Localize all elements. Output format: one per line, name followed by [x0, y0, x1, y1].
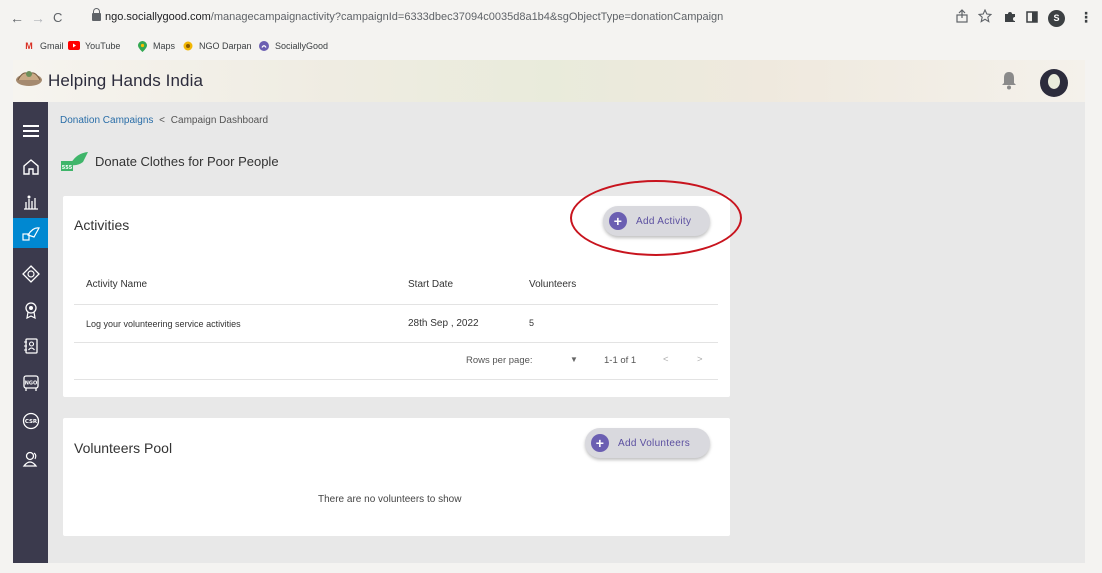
bookmarks-bar: M Gmail YouTube Maps NGO Darpan SociallyG… [0, 38, 1102, 58]
breadcrumb-donation-campaigns[interactable]: Donation Campaigns [60, 115, 153, 126]
bookmark-sociallygood[interactable]: SociallyGood [258, 41, 328, 51]
breadcrumb-separator: < [159, 115, 166, 126]
volunteers-pool-title: Volunteers Pool [74, 440, 173, 456]
helping-hands-logo [16, 71, 42, 86]
add-circle-icon: + [591, 434, 609, 452]
brand-name[interactable]: Helping Hands India [48, 71, 203, 91]
pagination-range: 1-1 of 1 [604, 355, 637, 366]
lock-icon[interactable] [92, 8, 101, 21]
csr-icon[interactable]: CSR [13, 406, 48, 436]
campaigns-icon[interactable] [13, 188, 48, 218]
add-volunteers-label: Add Volunteers [618, 437, 691, 449]
menu-icon[interactable] [13, 116, 48, 146]
breadcrumb: Donation Campaigns < Campaign Dashboard [60, 115, 268, 126]
breadcrumb-current: Campaign Dashboard [170, 115, 269, 126]
forward-icon[interactable]: → [31, 11, 45, 25]
next-page-icon[interactable]: > [697, 354, 703, 365]
bookmark-ngo-darpan[interactable]: NGO Darpan [182, 41, 252, 51]
bookmark-gmail[interactable]: M Gmail [23, 41, 63, 51]
ngo-darpan-icon [182, 41, 194, 51]
youtube-icon [68, 41, 80, 51]
activity-name-cell[interactable]: Log your volunteering service activities [86, 319, 241, 329]
page-edge-right [1085, 60, 1102, 573]
sidebar: NGO CSR [13, 102, 48, 563]
maps-icon [136, 41, 148, 52]
empty-volunteers-message: There are no volunteers to show [318, 494, 462, 505]
col-volunteers[interactable]: Volunteers [529, 279, 576, 290]
browser-toolbar: ← → C ngo.sociallygood.com/managecampaig… [0, 0, 1102, 38]
page-edge-bottom [0, 563, 1102, 573]
footer-divider [74, 379, 718, 380]
side-panel-icon[interactable] [1026, 9, 1038, 27]
svg-text:NGO: NGO [24, 381, 37, 387]
volunteers-icon[interactable] [13, 444, 48, 474]
gmail-icon: M [25, 41, 33, 51]
browser-menu-icon[interactable]: ⋮ [1079, 9, 1093, 26]
share-icon[interactable] [955, 9, 969, 27]
activities-title: Activities [74, 217, 130, 233]
user-avatar[interactable] [1040, 69, 1068, 97]
profile-avatar[interactable]: S [1048, 10, 1065, 27]
col-start-date[interactable]: Start Date [408, 279, 453, 290]
header-divider [74, 304, 718, 305]
svg-text:555: 555 [62, 165, 73, 171]
bell-icon[interactable] [1000, 70, 1018, 90]
reload-icon[interactable]: C [53, 11, 62, 25]
bookmark-maps[interactable]: Maps [136, 41, 175, 52]
col-activity-name[interactable]: Activity Name [86, 279, 147, 290]
back-icon[interactable]: ← [10, 11, 24, 25]
donation-campaign-title-icon: 555 [61, 152, 88, 171]
svg-text:CSR: CSR [24, 419, 37, 425]
badge-icon[interactable] [13, 259, 48, 289]
annotation-circle [570, 180, 742, 256]
extensions-icon[interactable] [1003, 9, 1017, 27]
donation-campaign-icon[interactable] [13, 218, 48, 248]
bookmark-star-icon[interactable] [977, 8, 993, 27]
page-title: Donate Clothes for Poor People [95, 154, 279, 169]
contacts-icon[interactable] [13, 331, 48, 361]
rows-per-page-dropdown[interactable]: ▼ [570, 355, 578, 364]
prev-page-icon[interactable]: < [663, 354, 669, 365]
rows-per-page-label: Rows per page: [466, 355, 533, 366]
url-text[interactable]: ngo.sociallygood.com/managecampaignactiv… [105, 11, 723, 23]
bookmark-youtube[interactable]: YouTube [68, 41, 120, 51]
add-volunteers-button[interactable]: + Add Volunteers [585, 428, 710, 458]
sociallygood-icon [258, 41, 270, 51]
start-date-cell: 28th Sep , 2022 [408, 318, 479, 329]
home-icon[interactable] [13, 152, 48, 182]
award-icon[interactable] [13, 295, 48, 325]
row-divider [74, 342, 718, 343]
ngo-icon[interactable]: NGO [13, 368, 48, 398]
volunteers-cell: 5 [529, 318, 535, 328]
